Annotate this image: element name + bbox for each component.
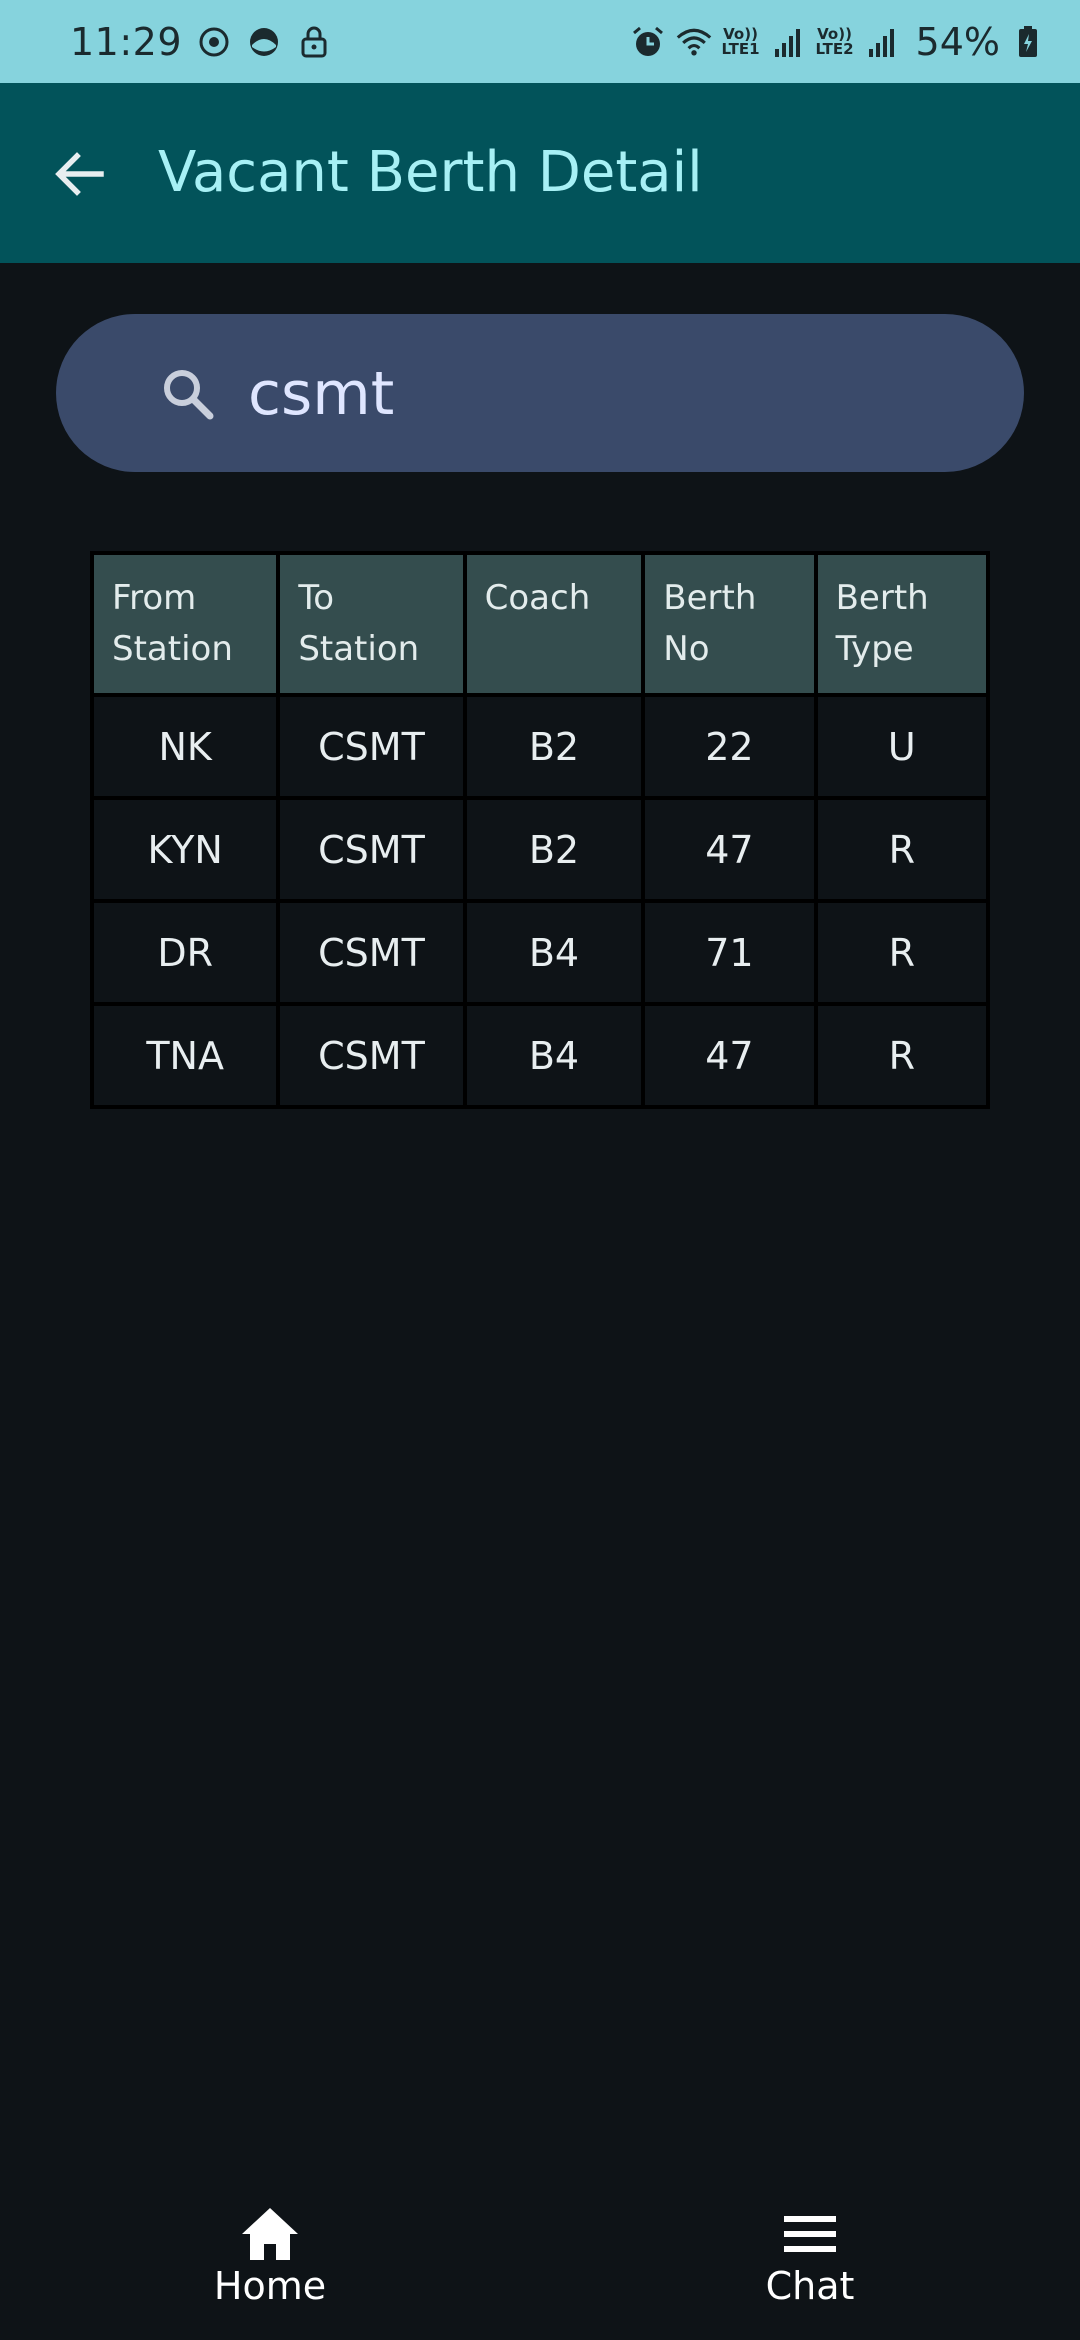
search-input[interactable] [246,344,1010,444]
cell-to-station: CSMT [280,1006,463,1105]
back-arrow-icon [55,152,104,196]
home-icon [242,2208,298,2260]
cell-coach: B4 [466,903,642,1002]
cell-coach: B2 [466,697,642,796]
cell-from-station: TNA [94,1006,277,1105]
table-row: KYN CSMT B2 47 R [94,800,986,899]
cell-from-station: NK [94,697,277,796]
nav-home[interactable]: Home [120,2180,420,2340]
header-berth-type: Berth Type [817,555,986,693]
cell-berth-type: R [817,800,986,899]
wifi-icon [676,24,712,60]
nav-home-label: Home [213,2264,327,2308]
search-bar[interactable] [56,314,1024,472]
table-row: DR CSMT B4 71 R [94,903,986,1002]
cell-berth-no: 22 [645,697,814,796]
signal-icon-2 [864,24,900,60]
table-row: TNA CSMT B4 47 R [94,1006,986,1105]
cell-to-station: CSMT [280,903,463,1002]
berth-table: From Station To Station Coach Berth No B… [90,551,990,1109]
header-coach: Coach [466,555,642,693]
menu-icon [784,2216,836,2252]
cell-from-station: DR [94,903,277,1002]
nav-chat[interactable]: Chat [660,2180,960,2340]
cell-berth-no: 71 [645,903,814,1002]
status-bar: 11:29 Vo)) LTE1 Vo)) LTE2 54% [0,0,1080,83]
search-icon [164,370,214,420]
table-row: NK CSMT B2 22 U [94,697,986,796]
cell-coach: B4 [466,1006,642,1105]
back-button[interactable] [46,141,112,207]
header-from-station: From Station [94,555,277,693]
cell-berth-type: U [817,697,986,796]
status-left: 11:29 [70,20,332,64]
lock-icon [296,24,332,60]
table-header-row: From Station To Station Coach Berth No B… [94,555,986,693]
cell-to-station: CSMT [280,800,463,899]
alarm-icon [630,24,666,60]
header-to-station: To Station [280,555,463,693]
lte1-label: Vo)) LTE1 [721,24,760,58]
data-saver-icon [246,24,282,60]
cell-coach: B2 [466,800,642,899]
cell-to-station: CSMT [280,697,463,796]
eye-comfort-icon [196,24,232,60]
cell-berth-type: R [817,1006,986,1105]
cell-from-station: KYN [94,800,277,899]
bottom-nav: Home Chat [0,2180,1080,2340]
cell-berth-type: R [817,903,986,1002]
battery-percent: 54% [915,19,1000,64]
cell-berth-no: 47 [645,1006,814,1105]
nav-chat-label: Chat [765,2264,855,2308]
header-berth-no: Berth No [645,555,814,693]
battery-icon [1010,24,1046,60]
page-title: Vacant Berth Detail [158,140,703,205]
status-time: 11:29 [70,19,183,64]
cell-berth-no: 47 [645,800,814,899]
app-bar: Vacant Berth Detail [0,83,1080,263]
lte2-label: Vo)) LTE2 [815,24,854,58]
signal-icon-1 [770,24,806,60]
status-right: Vo)) LTE1 Vo)) LTE2 54% [630,20,1046,64]
